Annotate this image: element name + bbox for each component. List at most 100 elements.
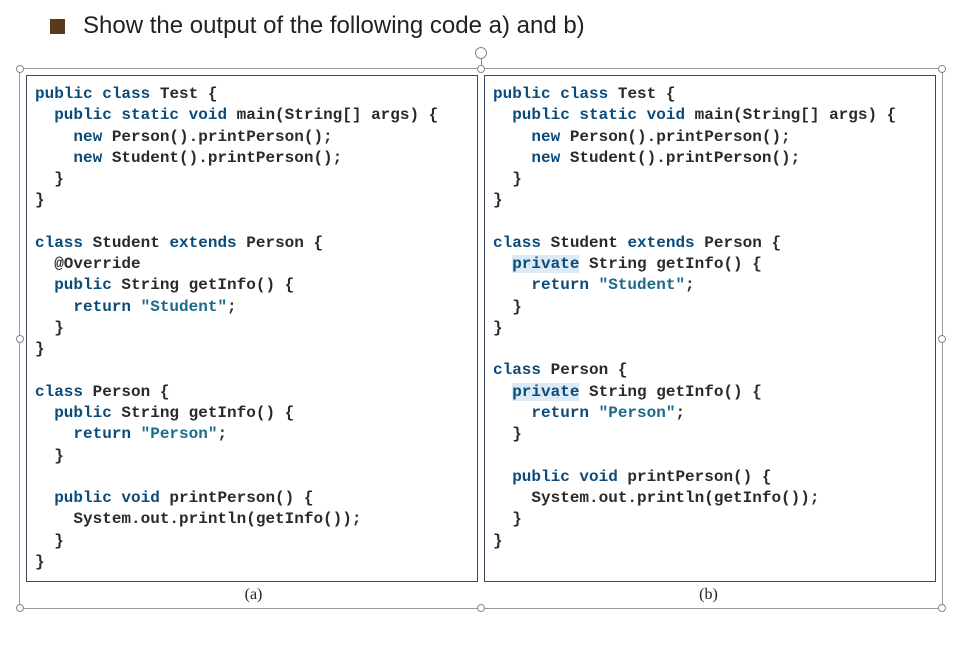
kw-highlighted: private [512, 383, 579, 401]
code-text [131, 425, 141, 443]
code-text: main(String[] args) { [685, 106, 896, 124]
code-text: Person { [695, 234, 781, 252]
code-text [35, 276, 54, 294]
label-b: (b) [481, 586, 936, 604]
code-text [35, 298, 73, 316]
kw: void [121, 489, 159, 507]
kw: new [73, 149, 102, 167]
code-text: Person().printPerson(); [560, 128, 790, 146]
code-text: Person().printPerson(); [102, 128, 332, 146]
code-text [35, 425, 73, 443]
code-text: } [35, 191, 45, 209]
code-text [589, 404, 599, 422]
kw: void [189, 106, 227, 124]
kw: new [531, 128, 560, 146]
code-text [35, 489, 54, 507]
code-text [493, 128, 531, 146]
resize-handle-n-icon[interactable] [477, 65, 485, 73]
code-text [131, 298, 141, 316]
code-text [493, 149, 531, 167]
code-text: } [35, 340, 45, 358]
kw: public [493, 85, 551, 103]
code-text: Student().printPerson(); [560, 149, 800, 167]
code-text: System.out.println(getInfo()); [493, 489, 819, 507]
code-text: } [493, 319, 503, 337]
kw-highlighted: private [512, 255, 579, 273]
string-literal: "Student" [141, 298, 227, 316]
code-text: } [493, 191, 503, 209]
kw: new [531, 149, 560, 167]
kw: public [54, 106, 112, 124]
code-text: Test { [608, 85, 675, 103]
code-text: ; [217, 425, 227, 443]
code-text: main(String[] args) { [227, 106, 438, 124]
code-text [493, 468, 512, 486]
rotation-handle-icon[interactable] [475, 47, 487, 59]
code-text: printPerson() { [160, 489, 314, 507]
code-text: String getInfo() { [112, 276, 294, 294]
resize-handle-sw-icon[interactable] [16, 604, 24, 612]
code-text: } [35, 170, 64, 188]
code-text: Student [83, 234, 169, 252]
code-text: String getInfo() { [579, 255, 761, 273]
resize-handle-w-icon[interactable] [16, 335, 24, 343]
resize-handle-s-icon[interactable] [477, 604, 485, 612]
code-text [493, 404, 531, 422]
string-literal: "Student" [599, 276, 685, 294]
code-text: Student [541, 234, 627, 252]
code-text: ; [675, 404, 685, 422]
code-text: ; [227, 298, 237, 316]
kw: public [35, 85, 93, 103]
label-a: (a) [26, 586, 481, 604]
kw: public [512, 468, 570, 486]
kw: static [579, 106, 637, 124]
code-text [35, 149, 73, 167]
code-text: } [35, 319, 64, 337]
question-row: Show the output of the following code a)… [0, 12, 962, 40]
kw: void [579, 468, 617, 486]
code-text: ; [685, 276, 695, 294]
code-panels: public class Test { public static void m… [20, 69, 942, 582]
code-text: Test { [150, 85, 217, 103]
kw: extends [627, 234, 694, 252]
string-literal: "Person" [141, 425, 218, 443]
code-box-b: public class Test { public static void m… [484, 75, 936, 582]
kw: extends [169, 234, 236, 252]
kw: public [54, 276, 112, 294]
code-text: Person { [237, 234, 323, 252]
resize-handle-e-icon[interactable] [938, 335, 946, 343]
bullet-icon [50, 19, 65, 34]
kw: class [493, 234, 541, 252]
kw: class [493, 361, 541, 379]
code-text [493, 383, 512, 401]
code-text [35, 128, 73, 146]
code-text [493, 106, 512, 124]
code-text: String getInfo() { [112, 404, 294, 422]
kw: public [54, 489, 112, 507]
code-text: } [35, 447, 64, 465]
code-text: } [35, 532, 64, 550]
resize-handle-se-icon[interactable] [938, 604, 946, 612]
kw: class [35, 234, 83, 252]
code-text: Person { [83, 383, 169, 401]
resize-handle-ne-icon[interactable] [938, 65, 946, 73]
kw: public [54, 404, 112, 422]
code-text: System.out.println(getInfo()); [35, 510, 361, 528]
kw: return [73, 298, 131, 316]
kw: class [560, 85, 608, 103]
code-text [35, 106, 54, 124]
code-text: String getInfo() { [579, 383, 761, 401]
code-text: } [493, 425, 522, 443]
kw: void [647, 106, 685, 124]
kw: public [512, 106, 570, 124]
resize-handle-nw-icon[interactable] [16, 65, 24, 73]
code-text: } [493, 298, 522, 316]
figure-container: public class Test { public static void m… [19, 68, 943, 609]
question-text: Show the output of the following code a)… [83, 12, 585, 40]
code-text [493, 255, 512, 273]
code-text: } [493, 170, 522, 188]
code-text: } [493, 510, 522, 528]
kw: class [102, 85, 150, 103]
code-text: } [493, 532, 503, 550]
code-text [35, 404, 54, 422]
